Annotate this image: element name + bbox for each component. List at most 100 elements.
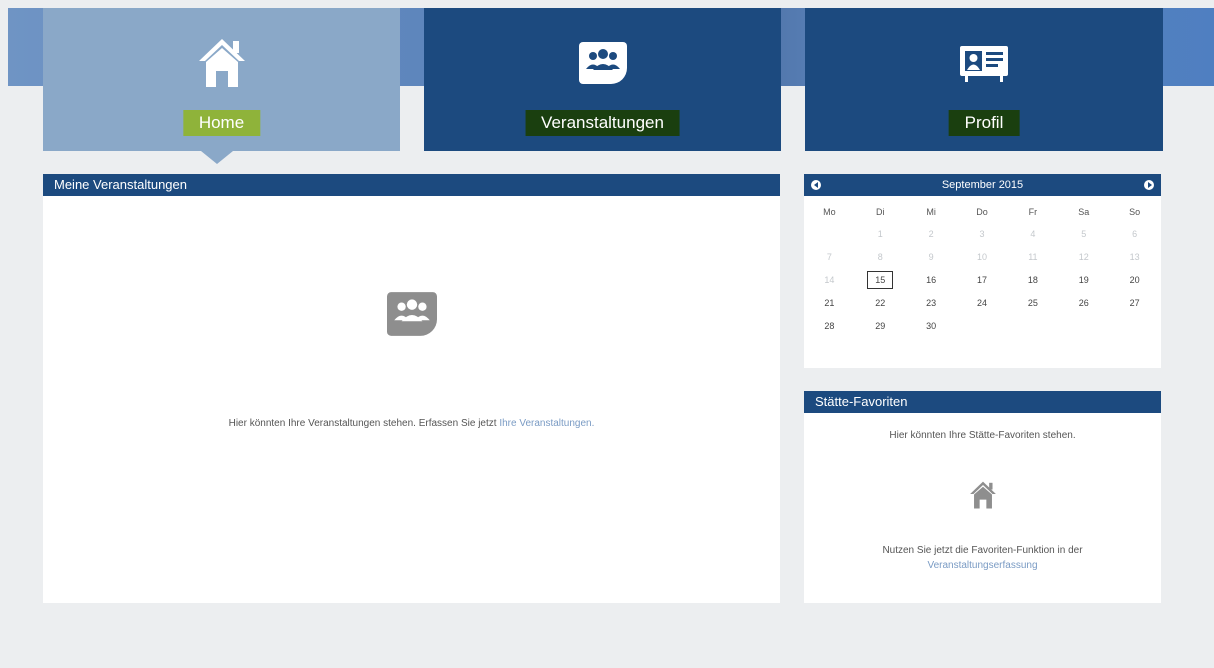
calendar-day-label: 21 [824, 298, 835, 308]
nav-tile-home[interactable]: Home [43, 8, 400, 151]
home-icon [197, 35, 247, 92]
calendar-day-label: 14 [824, 275, 835, 285]
calendar-day-label: 6 [1132, 229, 1138, 239]
calendar-day-label: 5 [1081, 229, 1087, 239]
calendar-day-label: 25 [1027, 298, 1038, 308]
calendar-widget: September 2015 Mo Di Mi Do Fr Sa So 1234… [804, 174, 1161, 368]
events-create-link[interactable]: Ihre Veranstaltungen. [499, 418, 594, 429]
calendar-day[interactable]: 6 [1109, 224, 1160, 247]
calendar-day[interactable]: 20 [1109, 270, 1160, 293]
calendar-day[interactable]: 18 [1007, 270, 1058, 293]
calendar-day[interactable]: 13 [1109, 247, 1160, 270]
calendar-empty-cell [957, 316, 1008, 339]
nav-tile-profil[interactable]: Profil [805, 8, 1163, 151]
calendar-day[interactable]: 11 [1007, 247, 1058, 270]
calendar-day[interactable]: 16 [906, 270, 957, 293]
calendar-day[interactable]: 24 [957, 293, 1008, 316]
weekday-label: Di [876, 207, 885, 217]
calendar-day-label: 27 [1129, 298, 1140, 308]
calendar-day-label: 19 [1078, 275, 1089, 285]
calendar-day[interactable]: 28 [804, 316, 855, 339]
calendar-day-label: 30 [926, 321, 937, 331]
calendar-day-label: 17 [977, 275, 988, 285]
calendar-day[interactable]: 29 [855, 316, 906, 339]
calendar-weekday-row: Mo Di Mi Do Fr Sa So [804, 202, 1160, 224]
weekday-label: Mo [823, 207, 836, 217]
events-panel: Meine Veranstaltungen Hier könnten Ihre … [43, 174, 780, 603]
calendar-day[interactable]: 26 [1058, 293, 1109, 316]
calendar-day-label: 24 [977, 298, 988, 308]
calendar-empty-cell [1109, 316, 1160, 339]
calendar-day-label: 1 [877, 229, 883, 239]
calendar-day[interactable]: 2 [906, 224, 957, 247]
calendar-grid: Mo Di Mi Do Fr Sa So 1 2 3 4 5 6 7 8 9 10 11 12 13 14… [804, 202, 1160, 339]
calendar-day[interactable]: 22 [855, 293, 906, 316]
group-icon [387, 292, 437, 341]
calendar-day-label: 20 [1129, 275, 1140, 285]
calendar-week-row: 1 2 3 4 5 6 [804, 224, 1160, 247]
favorites-hint-link[interactable]: Veranstaltungserfassung [927, 560, 1037, 571]
calendar-weeks: 1 2 3 4 5 6 7 8 9 10 11 12 13 14 15 16 17 18 19 20 21 22 23 24 2… [804, 224, 1160, 339]
calendar-day[interactable]: 8 [855, 247, 906, 270]
favorites-panel: Stätte-Favoriten Hier könnten Ihre Stätt… [804, 391, 1161, 603]
favorites-intro: Hier könnten Ihre Stätte-Favoriten stehe… [889, 430, 1076, 441]
weekday-label: Fr [1028, 207, 1038, 217]
weekday-label: Sa [1078, 207, 1090, 217]
favorites-hint-text: Nutzen Sie jetzt die Favoriten-Funktion … [882, 545, 1083, 556]
calendar-day[interactable]: 12 [1058, 247, 1109, 270]
calendar-day-label: 2 [928, 229, 934, 239]
calendar-day[interactable]: 21 [804, 293, 855, 316]
active-tile-pointer [201, 151, 233, 164]
calendar-day[interactable]: 4 [1007, 224, 1058, 247]
calendar-empty-cell [804, 224, 855, 247]
calendar-day-label: 9 [928, 252, 934, 262]
calendar-week-row: 7 8 9 10 11 12 13 [804, 247, 1160, 270]
weekday-label: Mi [926, 207, 936, 217]
nav-tile-label: Profil [948, 110, 1020, 136]
calendar-day[interactable]: 19 [1058, 270, 1109, 293]
calendar-next-button[interactable] [1144, 180, 1154, 190]
calendar-day-label: 18 [1027, 275, 1038, 285]
calendar-day-label: 29 [875, 321, 886, 331]
favorites-hint: Nutzen Sie jetzt die Favoriten-Funktion … [804, 543, 1161, 573]
events-panel-title: Meine Veranstaltungen [43, 174, 780, 196]
calendar-day[interactable]: 17 [957, 270, 1008, 293]
nav-tile-label: Veranstaltungen [525, 110, 680, 136]
calendar-day[interactable]: 25 [1007, 293, 1058, 316]
calendar-day-label: 3 [979, 229, 985, 239]
calendar-today-label: 15 [867, 271, 894, 289]
calendar-day-label: 12 [1078, 252, 1089, 262]
calendar-day-label: 8 [877, 252, 883, 262]
calendar-day[interactable]: 10 [957, 247, 1008, 270]
nav-tile-label: Home [182, 110, 261, 136]
calendar-day[interactable]: 9 [906, 247, 957, 270]
calendar-day-label: 13 [1129, 252, 1140, 262]
calendar-day[interactable]: 15 [855, 270, 906, 293]
calendar-week-row: 14 15 16 17 18 19 20 [804, 270, 1160, 293]
calendar-day[interactable]: 3 [957, 224, 1008, 247]
calendar-day[interactable]: 23 [906, 293, 957, 316]
calendar-day[interactable]: 7 [804, 247, 855, 270]
calendar-week-row: 21 22 23 24 25 26 27 [804, 293, 1160, 316]
calendar-empty-cell [1058, 316, 1109, 339]
calendar-day[interactable]: 30 [906, 316, 957, 339]
id-card-icon [959, 45, 1009, 88]
calendar-empty-cell [1007, 316, 1058, 339]
weekday-label: Do [976, 207, 988, 217]
calendar-day-label: 23 [926, 298, 937, 308]
nav-tile-veranstaltungen[interactable]: Veranstaltungen [424, 8, 781, 151]
calendar-day[interactable]: 1 [855, 224, 906, 247]
calendar-day-label: 7 [826, 252, 832, 262]
calendar-prev-button[interactable] [811, 180, 821, 190]
favorites-panel-title: Stätte-Favoriten [804, 391, 1161, 413]
calendar-day[interactable]: 5 [1058, 224, 1109, 247]
group-icon [578, 42, 627, 89]
calendar-day-label: 10 [977, 252, 988, 262]
events-empty-message: Hier könnten Ihre Veranstaltungen stehen… [43, 418, 780, 429]
calendar-day-label: 22 [875, 298, 886, 308]
calendar-day-label: 11 [1028, 252, 1038, 262]
calendar-day[interactable]: 14 [804, 270, 855, 293]
calendar-day-label: 28 [824, 321, 835, 331]
calendar-day[interactable]: 27 [1109, 293, 1160, 316]
calendar-day-label: 4 [1030, 229, 1036, 239]
